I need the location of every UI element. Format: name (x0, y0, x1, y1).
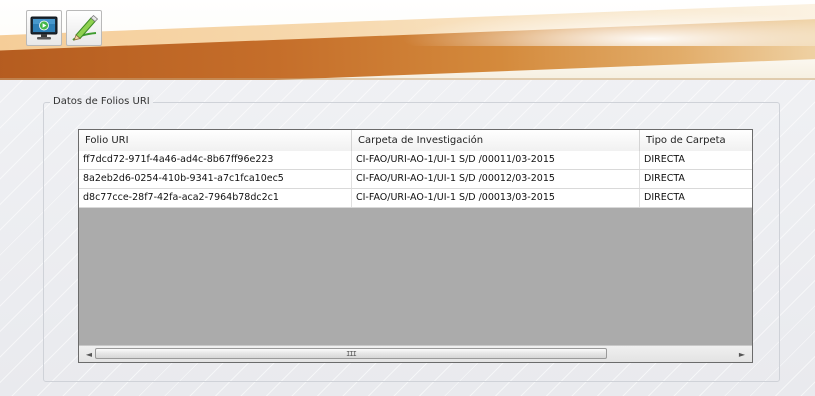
column-header-carpeta[interactable]: Carpeta de Investigación (352, 130, 640, 151)
table-row[interactable]: ff7dcd72-971f-4a46-ad4c-8b67ff96e223 CI-… (79, 151, 752, 170)
grid-rows: ff7dcd72-971f-4a46-ad4c-8b67ff96e223 CI-… (79, 151, 752, 208)
scrollbar-grip-icon: III (346, 350, 357, 358)
table-row[interactable]: 8a2eb2d6-0254-410b-9341-a7c1fca10ec5 CI-… (79, 170, 752, 189)
scroll-right-arrow-icon[interactable]: ► (734, 346, 750, 362)
pen-edit-icon (72, 14, 99, 41)
grid-header: Folio URI Carpeta de Investigación Tipo … (79, 130, 752, 152)
cell-carpeta: CI-FAO/URI-AO-1/UI-1 S/D /00011/03-2015 (352, 151, 640, 169)
cell-folio-uri: d8c77cce-28f7-42fa-aca2-7964b78dc2c1 (79, 189, 352, 207)
scrollbar-thumb[interactable]: III (95, 348, 607, 359)
cell-carpeta: CI-FAO/URI-AO-1/UI-1 S/D /00012/03-2015 (352, 170, 640, 188)
monitor-play-button[interactable] (26, 10, 62, 46)
cell-folio-uri: 8a2eb2d6-0254-410b-9341-a7c1fca10ec5 (79, 170, 352, 188)
table-row[interactable]: d8c77cce-28f7-42fa-aca2-7964b78dc2c1 CI-… (79, 189, 752, 208)
cell-tipo-carpeta: DIRECTA (644, 154, 685, 165)
column-header-tipo-carpeta[interactable]: Tipo de Carpeta (640, 130, 752, 151)
cell-folio-uri: ff7dcd72-971f-4a46-ad4c-8b67ff96e223 (79, 151, 352, 169)
column-header-folio-uri[interactable]: Folio URI (79, 130, 352, 151)
monitor-play-icon (30, 16, 58, 40)
cell-carpeta: CI-FAO/URI-AO-1/UI-1 S/D /00013/03-2015 (352, 189, 640, 207)
cell-tipo-carpeta: DIRECTA (644, 192, 685, 203)
edit-button[interactable] (66, 10, 102, 46)
toolbar (26, 10, 102, 46)
header-divider (0, 78, 815, 80)
horizontal-scrollbar[interactable]: ◄ III ► (79, 345, 752, 362)
groupbox-title: Datos de Folios URI (50, 95, 153, 108)
folios-data-grid[interactable]: Folio URI Carpeta de Investigación Tipo … (78, 129, 753, 363)
header-highlight (400, 10, 815, 46)
cell-tipo-carpeta: DIRECTA (644, 173, 685, 184)
header-banner (0, 0, 815, 80)
